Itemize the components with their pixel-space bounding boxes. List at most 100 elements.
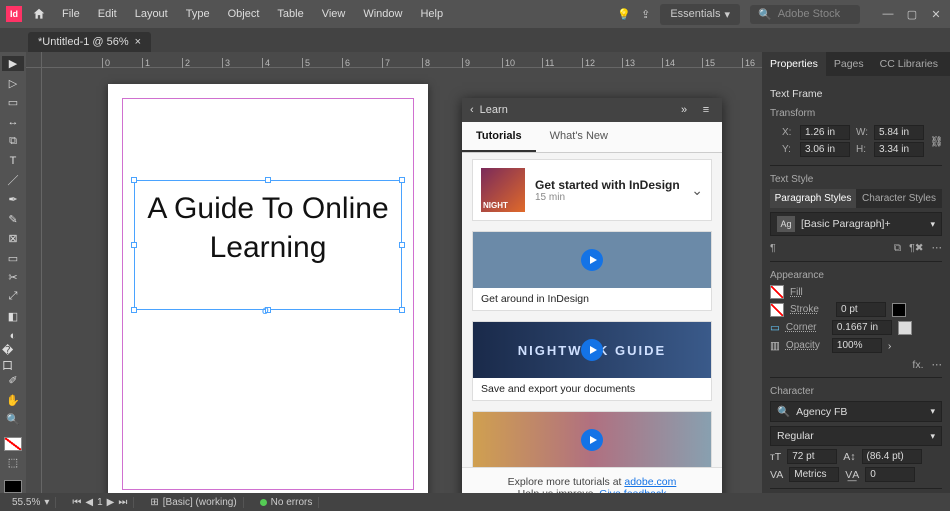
input-stroke[interactable] — [836, 302, 886, 317]
free-transform-tool[interactable]: ⤢ — [2, 289, 24, 304]
first-page-icon[interactable]: ⏮ — [72, 497, 81, 508]
share-icon[interactable]: ⇪ — [641, 8, 650, 21]
ruler-vertical[interactable] — [26, 68, 42, 493]
resize-handle[interactable] — [131, 177, 137, 183]
ruler-origin[interactable] — [26, 52, 42, 68]
input-y[interactable] — [800, 142, 850, 157]
gradient-swatch-tool[interactable]: ◧ — [2, 309, 24, 324]
menu-table[interactable]: Table — [271, 4, 309, 24]
ruler-horizontal[interactable]: 0 1 2 3 4 5 6 7 8 9 10 11 12 13 14 15 16 — [42, 52, 762, 68]
menu-object[interactable]: Object — [222, 4, 266, 24]
direct-selection-tool[interactable]: ▷ — [2, 75, 24, 90]
input-kerning[interactable] — [789, 467, 839, 482]
thread-out-port[interactable]: o — [262, 303, 269, 317]
back-icon[interactable]: ‹ — [470, 104, 474, 116]
input-leading[interactable] — [862, 449, 922, 464]
default-fill-stroke[interactable]: ⬚ — [2, 455, 24, 470]
pencil-tool[interactable]: ✎ — [2, 212, 24, 227]
pasteboard[interactable]: A Guide To Online Learning o ‹ Learn — [42, 68, 762, 493]
search-stock-input[interactable]: 🔍 Adobe Stock — [750, 5, 860, 24]
gap-tool[interactable]: ↔ — [2, 114, 24, 129]
video-thumb[interactable]: NIGHTW LK GUIDE — [473, 322, 711, 378]
stroke-style[interactable] — [892, 303, 906, 317]
menu-edit[interactable]: Edit — [92, 4, 123, 24]
close-tab-icon[interactable]: × — [135, 36, 141, 48]
maximize-button[interactable]: ▢ — [904, 8, 920, 21]
opacity-icon[interactable]: ▥ — [770, 340, 780, 352]
resize-handle[interactable] — [131, 307, 137, 313]
home-icon[interactable] — [28, 3, 50, 25]
hand-tool[interactable]: ✋ — [2, 393, 24, 408]
note-tool[interactable]: �口 — [2, 347, 24, 369]
tutorial-item[interactable]: Zoom and pan — [472, 411, 712, 467]
workspace-switcher[interactable]: Essentials ▾ — [660, 4, 740, 25]
learn-body[interactable]: NIGHT Get started with InDesign 15 min ⌄… — [462, 153, 722, 467]
fill-swatch[interactable] — [4, 437, 22, 450]
menu-type[interactable]: Type — [180, 4, 216, 24]
resize-handle[interactable] — [399, 307, 405, 313]
selection-tool[interactable]: ▶ — [2, 56, 24, 71]
collapse-icon[interactable]: » — [676, 104, 692, 116]
new-style-icon[interactable]: ⧉ — [894, 242, 902, 255]
corner-shape[interactable] — [898, 321, 912, 335]
minimize-button[interactable]: — — [880, 8, 896, 21]
input-tracking[interactable] — [865, 467, 915, 482]
input-corner[interactable] — [832, 320, 892, 335]
stroke-swatch[interactable] — [770, 303, 784, 317]
resize-handle[interactable] — [399, 177, 405, 183]
learn-panel-header[interactable]: ‹ Learn » ≡ — [462, 98, 722, 122]
preflight-status[interactable]: No errors — [254, 497, 320, 508]
eyedropper-tool[interactable]: ✐ — [2, 373, 24, 388]
resize-handle[interactable] — [399, 242, 405, 248]
page[interactable]: A Guide To Online Learning o — [108, 84, 428, 493]
play-icon[interactable] — [581, 339, 603, 361]
zoom-level[interactable]: 55.5%▾ — [6, 497, 56, 508]
formatting-container[interactable] — [4, 480, 22, 493]
prev-page-icon[interactable]: ◀ — [85, 497, 93, 508]
reference-point[interactable] — [770, 131, 772, 151]
input-x[interactable] — [800, 125, 850, 140]
fill-swatch[interactable] — [770, 285, 784, 299]
tab-whats-new[interactable]: What's New — [536, 122, 622, 152]
page-nav[interactable]: ⏮◀1▶⏭ — [66, 497, 134, 508]
fx-icon[interactable]: fx. — [912, 359, 923, 371]
input-opacity[interactable] — [832, 338, 882, 353]
document-tab[interactable]: *Untitled-1 @ 56% × — [28, 32, 151, 52]
tutorial-featured[interactable]: NIGHT Get started with InDesign 15 min ⌄ — [472, 159, 712, 221]
video-thumb[interactable] — [473, 232, 711, 288]
more-options-icon[interactable]: ⋯ — [932, 242, 943, 255]
adobe-link[interactable]: adobe.com — [624, 476, 676, 488]
menu-help[interactable]: Help — [414, 4, 449, 24]
pen-tool[interactable]: ✒ — [2, 192, 24, 207]
play-icon[interactable] — [581, 249, 603, 271]
more-options-icon[interactable]: ⋯ — [932, 359, 943, 371]
video-thumb[interactable] — [473, 412, 711, 467]
text-frame-content[interactable]: A Guide To Online Learning — [135, 181, 401, 267]
input-w[interactable] — [874, 125, 924, 140]
panel-menu-icon[interactable]: ≡ — [698, 104, 714, 116]
pilcrow-icon[interactable]: ¶ — [770, 242, 776, 255]
font-weight-dropdown[interactable]: Regular▾ — [770, 426, 942, 446]
close-button[interactable]: ✕ — [928, 8, 944, 21]
menu-window[interactable]: Window — [357, 4, 408, 24]
lightbulb-icon[interactable]: 💡 — [617, 8, 631, 21]
tab-character-styles[interactable]: Character Styles — [856, 189, 942, 208]
content-collector-tool[interactable]: ⧉ — [2, 134, 24, 149]
type-tool[interactable]: T — [2, 153, 24, 168]
canvas[interactable]: 0 1 2 3 4 5 6 7 8 9 10 11 12 13 14 15 16… — [26, 52, 762, 493]
paragraph-style-dropdown[interactable]: Ag [Basic Paragraph]+ ▾ — [770, 212, 942, 236]
play-icon[interactable] — [581, 429, 603, 451]
next-page-icon[interactable]: ▶ — [107, 497, 115, 508]
menu-layout[interactable]: Layout — [129, 4, 174, 24]
chevron-down-icon[interactable]: ⌄ — [691, 182, 703, 199]
resize-handle[interactable] — [131, 242, 137, 248]
input-h[interactable] — [874, 142, 924, 157]
constrain-icon[interactable]: ⛓ — [930, 135, 943, 148]
resize-handle[interactable] — [265, 177, 271, 183]
menu-view[interactable]: View — [316, 4, 352, 24]
rectangle-tool[interactable]: ▭ — [2, 250, 24, 265]
zoom-tool[interactable]: 🔍 — [2, 412, 24, 427]
gradient-feather-tool[interactable]: ◐ — [2, 328, 24, 343]
tab-pages[interactable]: Pages — [826, 52, 872, 76]
scissors-tool[interactable]: ✂ — [2, 270, 24, 285]
